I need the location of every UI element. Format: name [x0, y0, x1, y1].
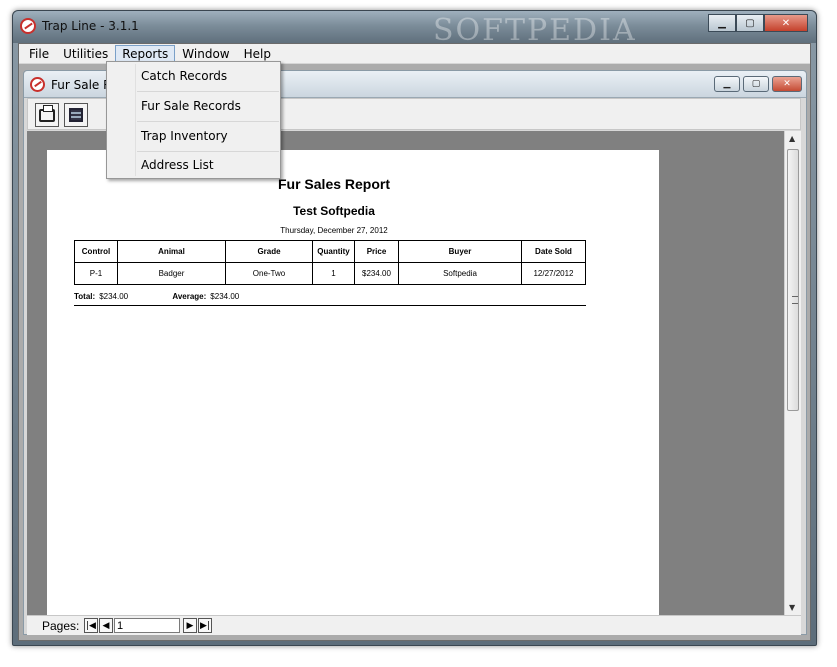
- print-button[interactable]: [35, 103, 59, 127]
- table-cell: 12/27/2012: [521, 262, 586, 285]
- vertical-scrollbar[interactable]: ▲ ▼: [784, 131, 801, 615]
- menu-file[interactable]: File: [22, 45, 56, 63]
- report-date: Thursday, December 27, 2012: [280, 226, 388, 235]
- table-cell: Softpedia: [398, 262, 522, 285]
- pages-label: Pages:: [42, 619, 80, 633]
- report-viewer[interactable]: Fur Sales Report Test Softpedia Thursday…: [27, 131, 801, 615]
- total-label: Total:: [74, 292, 96, 301]
- table-cell: $234.00: [354, 262, 399, 285]
- menu-utilities[interactable]: Utilities: [56, 45, 115, 63]
- average-value: $234.00: [210, 292, 240, 301]
- col-header: Buyer: [398, 240, 522, 263]
- report-window-icon: [30, 77, 45, 92]
- window-controls: ▁ ▢ ✕: [708, 14, 808, 32]
- export-icon: [69, 108, 83, 122]
- menu-window[interactable]: Window: [175, 45, 236, 63]
- reports-dropdown-menu: Catch Records Fur Sale Records Trap Inve…: [106, 61, 281, 179]
- child-window-controls: ▁ ▢ ✕: [714, 76, 802, 92]
- minimize-button[interactable]: ▁: [708, 14, 736, 32]
- page-number-input[interactable]: [114, 618, 180, 633]
- export-button[interactable]: [64, 103, 88, 127]
- col-header: Price: [354, 240, 399, 263]
- child-close-button[interactable]: ✕: [772, 76, 802, 92]
- child-maximize-button[interactable]: ▢: [743, 76, 769, 92]
- menu-item-catch-records[interactable]: Catch Records: [109, 62, 278, 90]
- maximize-button[interactable]: ▢: [736, 14, 764, 32]
- scroll-thumb[interactable]: [787, 149, 799, 411]
- average-label: Average:: [172, 292, 207, 301]
- col-header: Quantity: [312, 240, 355, 263]
- next-page-button[interactable]: ▶: [183, 618, 197, 633]
- first-page-button[interactable]: |◀: [84, 618, 98, 633]
- table-cell: 1: [312, 262, 355, 285]
- report-subtitle: Test Softpedia: [293, 204, 375, 218]
- menu-reports[interactable]: Reports: [115, 44, 176, 63]
- fur-sales-table: Control Animal Grade Quantity Price Buye…: [74, 240, 586, 285]
- page-navigator: Pages: |◀ ◀ ▶ ▶|: [27, 615, 801, 635]
- last-page-button[interactable]: ▶|: [198, 618, 212, 633]
- report-page: Fur Sales Report Test Softpedia Thursday…: [47, 150, 659, 615]
- prev-page-button[interactable]: ◀: [99, 618, 113, 633]
- col-header: Animal: [117, 240, 226, 263]
- close-button[interactable]: ✕: [764, 14, 808, 32]
- col-header: Date Sold: [521, 240, 586, 263]
- total-value: $234.00: [99, 292, 129, 301]
- table-cell: P-1: [74, 262, 118, 285]
- table-header-row: Control Animal Grade Quantity Price Buye…: [74, 240, 586, 263]
- trap-line-app-icon: [20, 18, 36, 34]
- col-header: Grade: [225, 240, 313, 263]
- scroll-grip-icon: [792, 296, 798, 304]
- col-header: Control: [74, 240, 118, 263]
- table-row: P-1 Badger One-Two 1 $234.00 Softpedia 1…: [74, 262, 586, 285]
- scroll-down-arrow-icon[interactable]: ▼: [789, 603, 795, 612]
- child-minimize-button[interactable]: ▁: [714, 76, 740, 92]
- table-cell: One-Two: [225, 262, 313, 285]
- table-cell: Badger: [117, 262, 226, 285]
- menu-item-fur-sale-records[interactable]: Fur Sale Records: [109, 92, 278, 120]
- window-title: Trap Line - 3.1.1: [42, 19, 139, 33]
- printer-icon: [39, 104, 55, 122]
- scroll-up-arrow-icon[interactable]: ▲: [789, 134, 795, 143]
- report-totals: Total: $234.00 Average: $234.00: [74, 292, 586, 306]
- title-bar[interactable]: Trap Line - 3.1.1 SOFTPEDIA ▁ ▢ ✕: [13, 11, 816, 48]
- menu-help[interactable]: Help: [237, 45, 278, 63]
- menu-item-trap-inventory[interactable]: Trap Inventory: [109, 122, 278, 150]
- menu-item-address-list[interactable]: Address List: [109, 151, 278, 179]
